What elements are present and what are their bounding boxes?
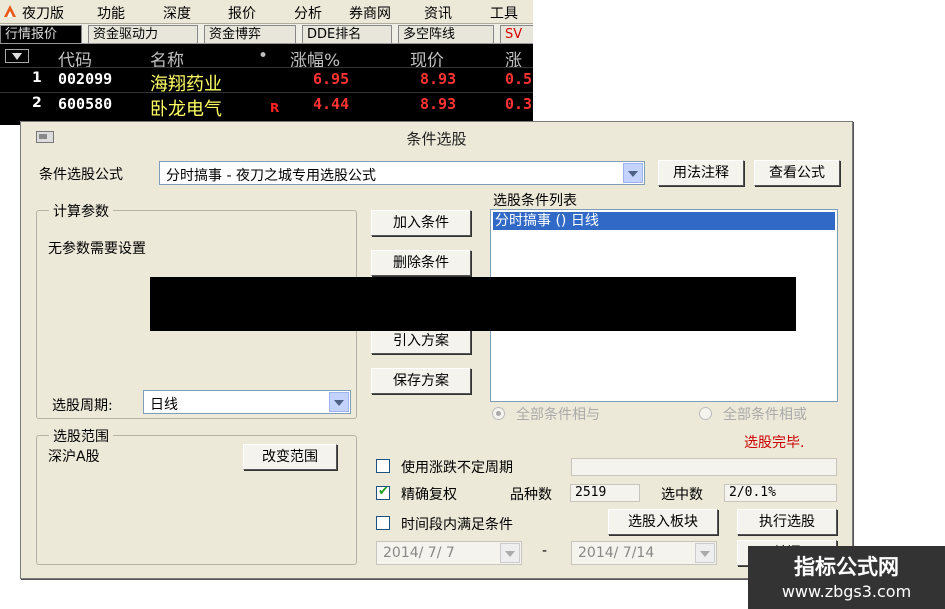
chevron-down-icon[interactable]: [623, 163, 643, 183]
use-fluct-period-checkbox[interactable]: [376, 459, 390, 473]
import-scheme-button[interactable]: 引入方案: [371, 328, 471, 354]
change-scope-button[interactable]: 改变范围: [243, 444, 337, 470]
menu-item-quote[interactable]: 报价: [228, 3, 256, 23]
params-message: 无参数需要设置: [48, 241, 146, 257]
or-radio[interactable]: [699, 407, 712, 420]
view-formula-button[interactable]: 查看公式: [754, 160, 840, 186]
view-tab-bar: 行情报价 资金驱动力 资金博弈 DDE排名 多空阵线 SV: [0, 24, 533, 44]
menu-bar: 夜刀版 功能 深度 报价 分析 券商网 资讯 工具: [0, 0, 533, 24]
use-fluct-period-label: 使用涨跌不定周期: [401, 460, 513, 476]
menu-item-news[interactable]: 资讯: [424, 3, 452, 23]
selected-count-field: 2/0.1%: [724, 484, 837, 502]
change-value: 0.3: [505, 95, 533, 113]
date-from-picker[interactable]: 2014/ 7/ 7: [376, 541, 522, 565]
condition-select-dialog: 条件选股 条件选股公式 分时搞事 - 夜刀之城专用选股公式 用法注释 查看公式 …: [20, 121, 853, 579]
chevron-down-icon[interactable]: [329, 392, 349, 412]
count-field: 2519: [570, 484, 640, 502]
scope-group-title: 选股范围: [49, 426, 113, 446]
menu-item-edition[interactable]: 夜刀版: [22, 3, 64, 23]
tab-long-short[interactable]: 多空阵线: [398, 25, 494, 43]
date-to-picker[interactable]: 2014/ 7/14: [571, 541, 717, 565]
count-value: 2519: [575, 485, 607, 500]
date-to-value: 2014/ 7/14: [578, 545, 655, 561]
menu-item-broker[interactable]: 券商网: [349, 3, 391, 23]
change-pct: 6.95: [313, 70, 350, 88]
watermark-url: www.zbgs3.com: [781, 582, 912, 601]
usage-notes-button[interactable]: 用法注释: [658, 160, 744, 186]
period-select[interactable]: 日线: [143, 390, 351, 414]
tab-fund-game[interactable]: 资金博弈: [204, 25, 296, 43]
app-logo-icon: [4, 5, 16, 17]
tab-sv[interactable]: SV: [500, 25, 533, 43]
selected-count-label: 选中数: [661, 487, 703, 503]
tab-quotes[interactable]: 行情报价: [0, 25, 82, 43]
scope-value: 深沪A股: [48, 449, 100, 465]
formula-select[interactable]: 分时搞事 - 夜刀之城专用选股公式: [159, 161, 645, 185]
stock-code: 600580: [58, 95, 113, 113]
stock-name: 卧龙电气: [150, 99, 222, 120]
trading-app-window: 夜刀版 功能 深度 报价 分析 券商网 资讯 工具 行情报价 资金驱动力 资金博…: [0, 0, 533, 125]
add-condition-button[interactable]: 加入条件: [371, 210, 471, 236]
change-value: 0.5: [505, 70, 533, 88]
save-scheme-button[interactable]: 保存方案: [371, 368, 471, 394]
table-row[interactable]: 2 600580 卧龙电气 R 4.44 8.93 0.3: [0, 93, 533, 120]
condition-list-label: 选股条件列表: [493, 193, 577, 209]
row-index: 2: [32, 95, 42, 111]
formula-select-value: 分时搞事 - 夜刀之城专用选股公式: [166, 168, 376, 184]
chevron-down-icon[interactable]: [500, 543, 520, 563]
current-price: 8.93: [420, 95, 457, 113]
exact-rights-label: 精确复权: [401, 487, 457, 503]
column-header-marker: •: [258, 46, 269, 66]
change-pct: 4.44: [313, 95, 350, 113]
period-select-value: 日线: [150, 397, 178, 413]
dialog-title-bar[interactable]: 条件选股: [21, 122, 852, 152]
current-price: 8.93: [420, 70, 457, 88]
quote-table-header: 代码 名称 • 涨幅% 现价 涨: [0, 45, 533, 71]
menu-item-tools[interactable]: 工具: [490, 3, 518, 23]
row-index: 1: [32, 70, 42, 86]
exact-rights-checkbox[interactable]: ✔: [376, 484, 390, 500]
sort-dropdown-icon[interactable]: [5, 49, 29, 63]
count-label: 品种数: [510, 487, 552, 503]
redaction-bar: [150, 277, 796, 331]
tab-fund-drive[interactable]: 资金驱动力: [88, 25, 198, 43]
dialog-title: 条件选股: [406, 130, 467, 148]
watermark-title: 指标公式网: [794, 555, 899, 579]
fluct-period-field: [571, 458, 837, 476]
stock-flag: R: [270, 101, 280, 115]
scope-group: 选股范围 深沪A股 改变范围: [36, 426, 357, 565]
menu-item-function[interactable]: 功能: [97, 3, 125, 23]
menu-item-analysis[interactable]: 分析: [294, 3, 322, 23]
period-label: 选股周期:: [52, 398, 113, 414]
date-from-value: 2014/ 7/ 7: [383, 545, 455, 561]
or-radio-label: 全部条件相或: [723, 407, 807, 423]
formula-label: 条件选股公式: [39, 167, 123, 183]
status-text: 选股完毕.: [744, 435, 805, 451]
delete-condition-button[interactable]: 删除条件: [371, 250, 471, 276]
watermark: 指标公式网 www.zbgs3.com: [748, 546, 945, 609]
params-group-title: 计算参数: [49, 201, 113, 221]
checkmark-icon: ✔: [378, 484, 389, 499]
and-radio-label: 全部条件相与: [516, 407, 600, 423]
time-period-checkbox[interactable]: [376, 516, 390, 530]
run-selection-button[interactable]: 执行选股: [737, 509, 837, 535]
stock-code: 002099: [58, 70, 113, 88]
time-period-label: 时间段内满足条件: [401, 517, 513, 533]
add-to-board-button[interactable]: 选股入板块: [608, 509, 718, 535]
selected-count-value: 2/0.1%: [729, 485, 776, 500]
and-radio[interactable]: [492, 407, 505, 420]
menu-item-depth[interactable]: 深度: [163, 3, 191, 23]
date-separator: -: [542, 543, 548, 559]
table-row[interactable]: 1 002099 海翔药业 6.95 8.93 0.5: [0, 68, 533, 95]
list-item[interactable]: 分时搞事 () 日线: [493, 212, 835, 230]
tab-dde-rank[interactable]: DDE排名: [302, 25, 392, 43]
chevron-down-icon[interactable]: [695, 543, 715, 563]
